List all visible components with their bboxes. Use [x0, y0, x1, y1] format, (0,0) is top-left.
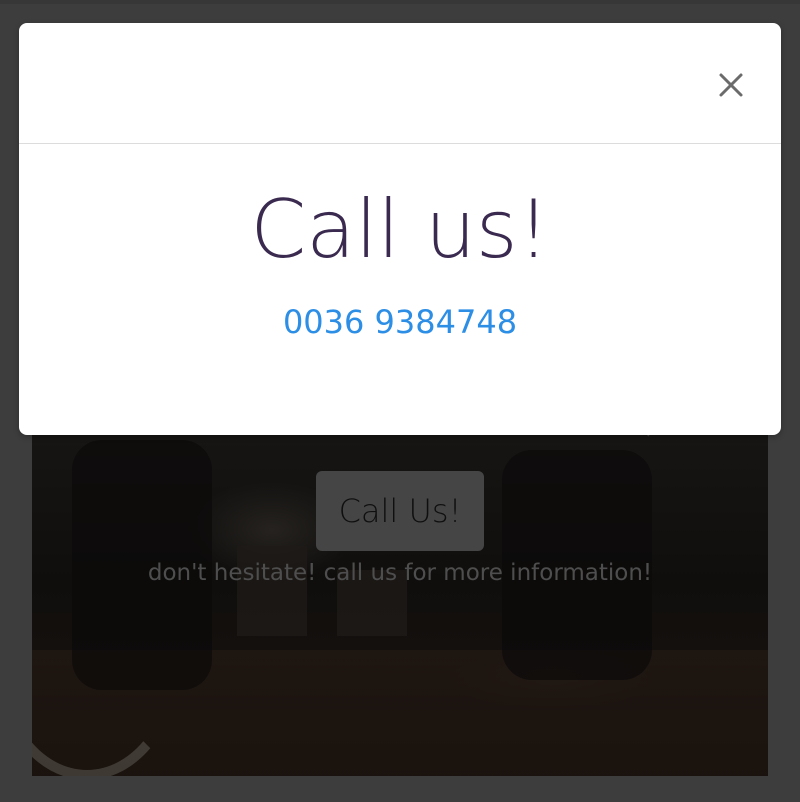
phone-link[interactable]: 0036 9384748	[283, 303, 517, 341]
call-us-modal: Call us! 0036 9384748	[19, 23, 781, 435]
close-button[interactable]	[713, 67, 749, 103]
modal-header	[19, 23, 781, 144]
phone-number: 0036 9384748	[19, 303, 781, 341]
close-icon	[719, 73, 743, 97]
page-top-bar	[0, 0, 800, 4]
call-us-button[interactable]: Call Us!	[316, 471, 484, 551]
modal-title: Call us!	[250, 183, 550, 276]
hero-caption: don't hesitate! call us for more informa…	[147, 560, 653, 586]
